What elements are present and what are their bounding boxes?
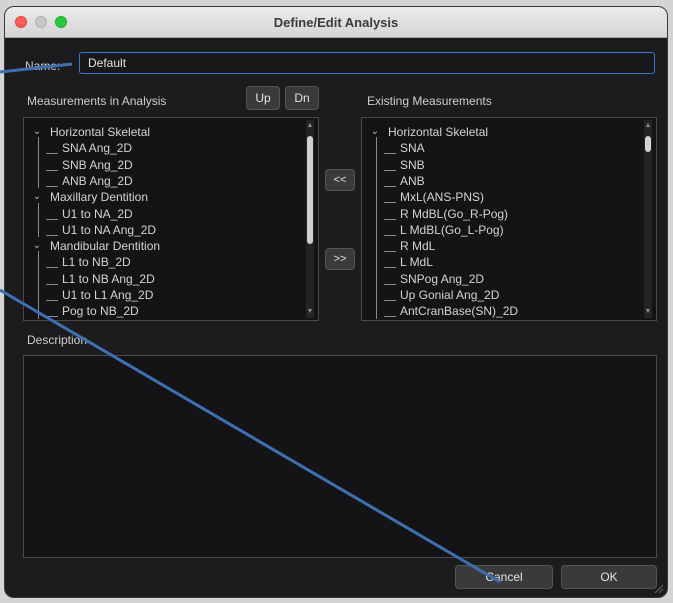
tree-item[interactable]: ANB <box>400 173 425 189</box>
tree-item[interactable]: Pog to NB_2D <box>62 303 139 319</box>
scroll-down-icon[interactable]: ▼ <box>306 308 314 315</box>
tree-branch-connector <box>384 251 396 253</box>
name-label: Name: <box>25 59 61 73</box>
scrollbar-thumb[interactable] <box>307 136 313 244</box>
name-input[interactable] <box>79 52 655 74</box>
tree-item[interactable]: SNA <box>400 140 425 156</box>
tree-item[interactable]: Up Gonial Ang_2D <box>400 287 499 303</box>
tree-branch-connector <box>384 283 396 285</box>
tree-branch-connector <box>46 234 58 236</box>
description-label: Description <box>27 333 88 347</box>
existing-measurements-label: Existing Measurements <box>367 94 492 108</box>
move-up-button[interactable]: Up <box>246 86 280 110</box>
tree-branch-connector <box>46 169 58 171</box>
tree-guide-line <box>38 137 39 189</box>
tree-branch-connector <box>384 202 396 204</box>
measurements-in-analysis-tree[interactable]: ⌄ Horizontal Skeletal SNA Ang_2D SNB Ang_2D… <box>23 117 319 321</box>
tree-item[interactable]: ANB Ang_2D <box>62 173 133 189</box>
tree-branch-connector <box>384 300 396 301</box>
tree-group-header[interactable]: Maxillary Dentition <box>50 189 148 205</box>
chevron-down-icon[interactable]: ⌄ <box>32 240 42 251</box>
tree-branch-connector <box>46 283 58 285</box>
measurements-in-analysis-label: Measurements in Analysis <box>27 94 167 108</box>
tree-item[interactable]: AntCranBase(SN)_2D <box>400 303 518 319</box>
description-textarea[interactable] <box>23 355 657 558</box>
scroll-up-icon[interactable]: ▲ <box>306 122 314 129</box>
add-measurement-button[interactable]: << <box>325 169 355 191</box>
tree-branch-connector <box>384 153 396 155</box>
tree-branch-connector <box>384 218 396 220</box>
scroll-down-icon[interactable]: ▼ <box>644 308 652 315</box>
tree-item[interactable]: R MdL <box>400 238 435 254</box>
tree-item[interactable]: U1 to NA Ang_2D <box>62 222 156 238</box>
tree-item[interactable]: SNB Ang_2D <box>62 157 133 173</box>
tree-branch-connector <box>384 267 396 269</box>
existing-measurements-tree[interactable]: ⌄ Horizontal Skeletal SNA SNB ANB MxL(ANS-PNS… <box>361 117 657 321</box>
chevron-down-icon[interactable]: ⌄ <box>32 191 42 202</box>
resize-grip-icon[interactable] <box>653 583 663 593</box>
tree-group-header[interactable]: Horizontal Skeletal <box>388 124 488 140</box>
window-title: Define/Edit Analysis <box>273 15 399 30</box>
title-bar[interactable]: Define/Edit Analysis <box>5 7 667 38</box>
chevron-down-icon[interactable]: ⌄ <box>32 126 42 137</box>
tree-item[interactable]: SNB <box>400 157 425 173</box>
scroll-up-icon[interactable]: ▲ <box>644 122 652 129</box>
tree-branch-connector <box>384 234 396 236</box>
tree-group-header[interactable]: Mandibular Dentition <box>50 238 160 254</box>
tree-item[interactable]: SNPog Ang_2D <box>400 271 484 287</box>
tree-item[interactable]: L1 to NB Ang_2D <box>62 271 155 287</box>
remove-measurement-button[interactable]: >> <box>325 248 355 270</box>
tree-item[interactable]: R MdBL(Go_R-Pog) <box>400 206 508 222</box>
tree-branch-connector <box>46 267 58 269</box>
tree-item[interactable]: L MdL <box>400 254 433 270</box>
ok-button[interactable]: OK <box>561 565 657 589</box>
tree-branch-connector <box>384 169 396 171</box>
tree-branch-connector <box>46 316 58 318</box>
tree-item[interactable]: SNA Ang_2D <box>62 140 132 156</box>
tree-branch-connector <box>46 218 58 220</box>
tree-branch-connector <box>384 316 396 318</box>
tree-guide-line <box>38 251 39 319</box>
tree-item[interactable]: U1 to NA_2D <box>62 206 133 222</box>
tree-branch-connector <box>384 185 396 187</box>
tree-guide-line <box>38 202 39 238</box>
tree-guide-line <box>376 137 377 319</box>
tree-item[interactable]: L1 to NB_2D <box>62 254 131 270</box>
move-down-button[interactable]: Dn <box>285 86 319 110</box>
chevron-down-icon[interactable]: ⌄ <box>370 126 380 137</box>
scrollbar-thumb[interactable] <box>645 136 651 152</box>
tree-branch-connector <box>46 153 58 155</box>
define-edit-analysis-window: Define/Edit Analysis Name: Measurements … <box>4 6 668 598</box>
tree-group-header[interactable]: Horizontal Skeletal <box>50 124 150 140</box>
tree-item[interactable]: L MdBL(Go_L-Pog) <box>400 222 504 238</box>
tree-item[interactable]: MxL(ANS-PNS) <box>400 189 484 205</box>
tree-item[interactable]: U1 to L1 Ang_2D <box>62 287 153 303</box>
tree-branch-connector <box>46 300 58 301</box>
tree-branch-connector <box>46 185 58 187</box>
cancel-button[interactable]: Cancel <box>455 565 553 589</box>
